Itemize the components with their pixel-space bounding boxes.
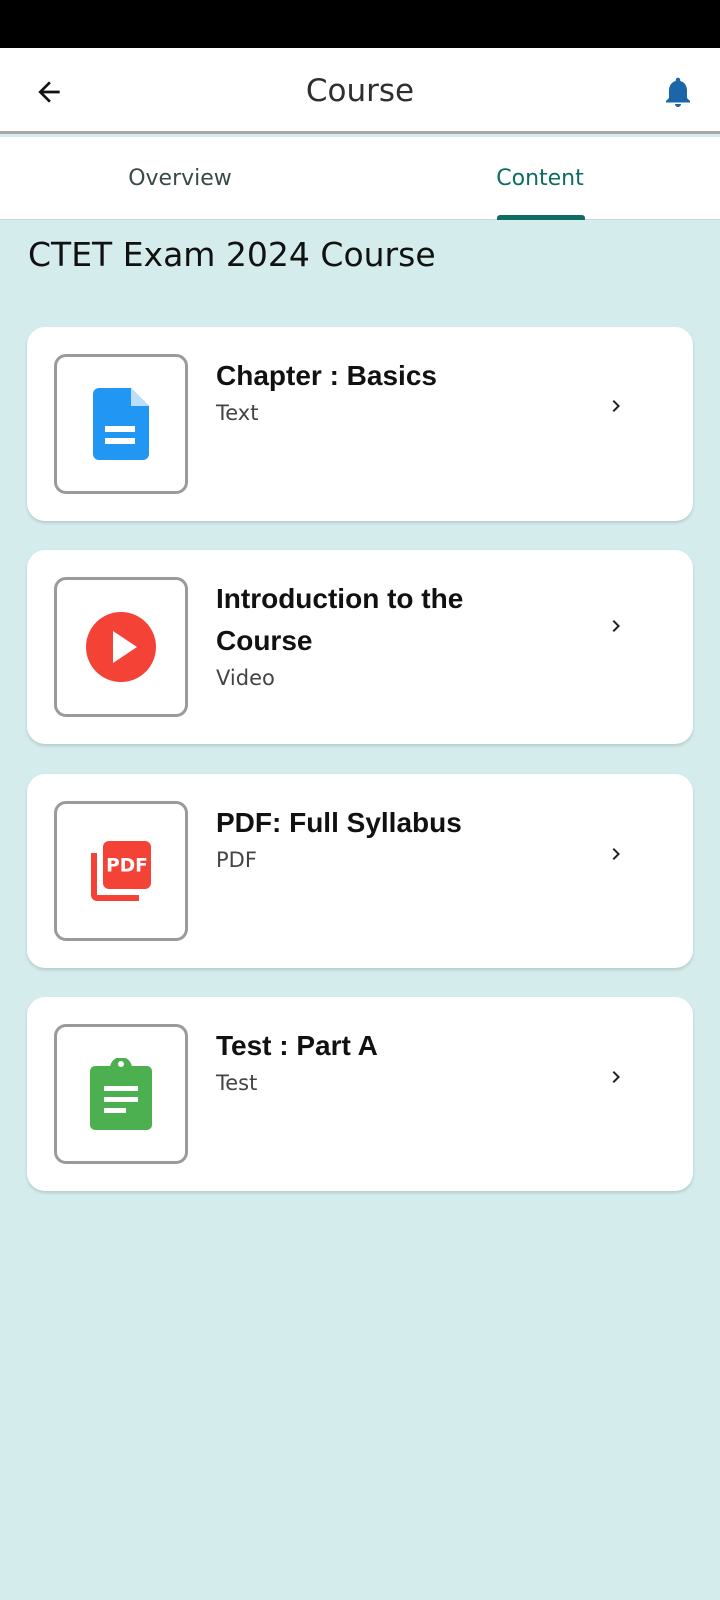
tab-content[interactable]: Content bbox=[360, 137, 720, 220]
item-type: Text bbox=[216, 401, 259, 425]
item-type: PDF bbox=[216, 848, 257, 872]
svg-text:PDF: PDF bbox=[106, 856, 148, 877]
course-title: CTET Exam 2024 Course bbox=[28, 235, 436, 274]
item-title: Test : Part A bbox=[216, 1030, 378, 1061]
item-type: Video bbox=[216, 666, 275, 690]
app-bar: Course bbox=[0, 48, 720, 134]
bell-icon bbox=[666, 77, 690, 107]
chevron-right-icon bbox=[601, 834, 631, 874]
content-item-card[interactable]: Chapter : Basics Text bbox=[27, 327, 693, 521]
item-icon-box: PDF bbox=[54, 801, 188, 941]
chevron-right-icon bbox=[601, 386, 631, 426]
item-icon-box bbox=[54, 1024, 188, 1164]
notifications-button[interactable] bbox=[656, 70, 700, 114]
item-title: Introduction to the Course bbox=[216, 583, 464, 656]
item-icon-box bbox=[54, 577, 188, 717]
tab-bar: Overview Content bbox=[0, 137, 720, 220]
page-title: Course bbox=[305, 73, 415, 109]
document-icon bbox=[93, 388, 149, 460]
item-icon-box bbox=[54, 354, 188, 494]
tab-overview[interactable]: Overview bbox=[0, 137, 360, 220]
play-video-icon bbox=[86, 612, 156, 682]
content-item-card[interactable]: Introduction to the Course Video bbox=[27, 550, 693, 744]
arrow-back-icon bbox=[38, 81, 60, 103]
item-title: PDF: Full Syllabus bbox=[216, 807, 462, 838]
chevron-right-icon bbox=[601, 606, 631, 646]
tab-indicator bbox=[497, 215, 585, 220]
clipboard-icon bbox=[90, 1058, 152, 1130]
content-item-card[interactable]: PDF PDF: Full Syllabus PDF bbox=[27, 774, 693, 968]
back-button[interactable] bbox=[24, 70, 74, 114]
pdf-icon: PDF bbox=[91, 841, 151, 901]
item-title: Chapter : Basics bbox=[216, 360, 437, 391]
chevron-right-icon bbox=[601, 1057, 631, 1097]
item-type: Test bbox=[216, 1071, 258, 1095]
status-bar bbox=[0, 0, 720, 48]
content-item-card[interactable]: Test : Part A Test bbox=[27, 997, 693, 1191]
